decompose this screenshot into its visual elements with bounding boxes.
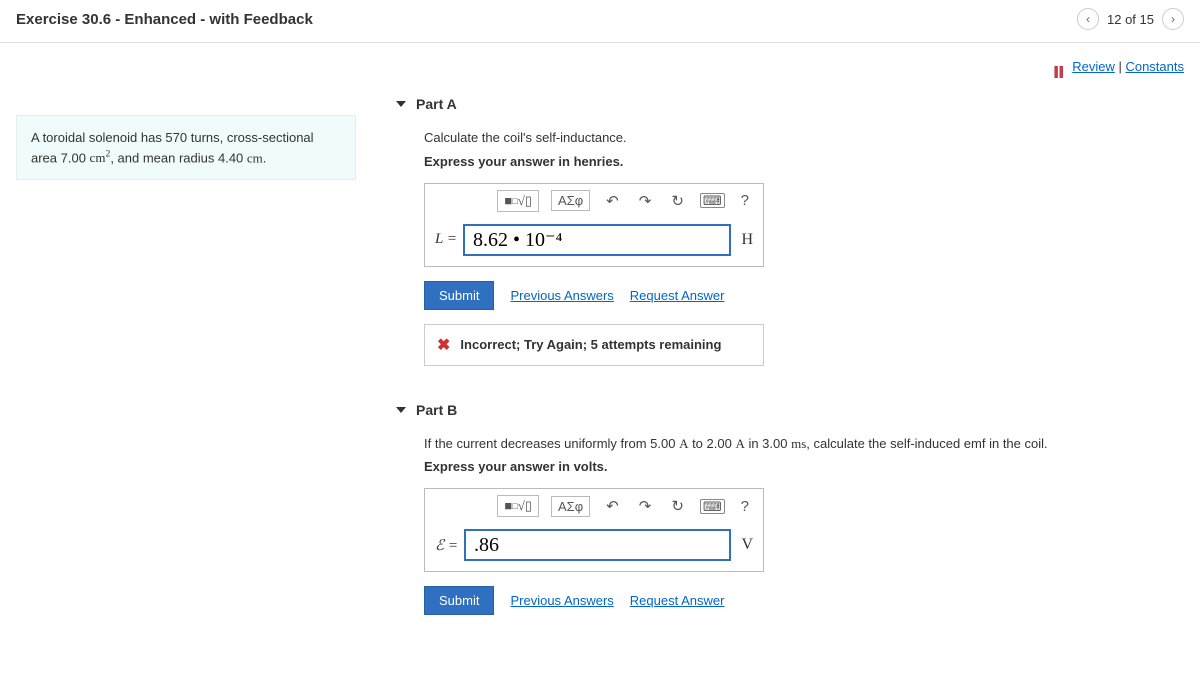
part-a-header[interactable]: Part A: [396, 90, 1184, 118]
part-a-toolbar: ■□√▯ ΑΣφ ↶ ↷ ↻ ⌨ ?: [425, 184, 763, 218]
utility-links: Review | Constants: [396, 55, 1184, 90]
caret-down-icon: [396, 407, 406, 413]
left-column: A toroidal solenoid has 570 turns, cross…: [16, 55, 356, 659]
part-b-unit: V: [737, 536, 753, 554]
next-page-button[interactable]: ›: [1162, 8, 1184, 30]
part-a-input-row: L = H: [425, 218, 763, 266]
part-b-input[interactable]: [464, 529, 731, 561]
part-b-instruction: Express your answer in volts.: [424, 459, 1184, 474]
review-link[interactable]: Review: [1072, 59, 1115, 74]
keyboard-button[interactable]: ⌨: [700, 499, 725, 514]
prev-page-button[interactable]: ‹: [1077, 8, 1099, 30]
flag-icon: [1053, 63, 1065, 73]
right-column: Review | Constants Part A Calculate the …: [396, 55, 1184, 659]
part-b-prompt: If the current decreases uniformly from …: [424, 434, 1184, 454]
constants-link[interactable]: Constants: [1125, 59, 1184, 74]
greek-button[interactable]: ΑΣφ: [551, 496, 590, 517]
part-b-lhs: ℰ =: [435, 536, 458, 555]
top-bar: Exercise 30.6 - Enhanced - with Feedback…: [0, 0, 1200, 43]
part-a-actions: Submit Previous Answers Request Answer: [424, 281, 1184, 310]
part-b-label: Part B: [416, 402, 457, 418]
pager: ‹ 12 of 15 ›: [1077, 8, 1184, 30]
main-content: A toroidal solenoid has 570 turns, cross…: [0, 43, 1200, 699]
keyboard-button[interactable]: ⌨: [700, 193, 725, 208]
redo-button[interactable]: ↷: [635, 495, 656, 517]
part-b-actions: Submit Previous Answers Request Answer: [424, 586, 1184, 615]
part-a-answer-box: ■□√▯ ΑΣφ ↶ ↷ ↻ ⌨ ? L = H: [424, 183, 764, 267]
part-a-body: Calculate the coil's self-inductance. Ex…: [396, 118, 1184, 396]
incorrect-icon: ✖: [437, 335, 450, 355]
feedback-text: Incorrect; Try Again; 5 attempts remaini…: [460, 337, 721, 352]
part-b-answer-box: ■□√▯ ΑΣφ ↶ ↷ ↻ ⌨ ? ℰ = V: [424, 488, 764, 572]
part-a-input[interactable]: [463, 224, 731, 256]
part-a-request-answer[interactable]: Request Answer: [630, 288, 725, 303]
part-a-label: Part A: [416, 96, 457, 112]
template-button[interactable]: ■□√▯: [497, 190, 539, 212]
part-a-prompt: Calculate the coil's self-inductance.: [424, 128, 1184, 148]
page-title: Exercise 30.6 - Enhanced - with Feedback: [16, 11, 313, 28]
part-b-request-answer[interactable]: Request Answer: [630, 593, 725, 608]
reset-button[interactable]: ↻: [667, 190, 688, 212]
part-a-lhs: L =: [435, 231, 457, 248]
problem-statement: A toroidal solenoid has 570 turns, cross…: [16, 115, 356, 180]
help-button[interactable]: ?: [737, 496, 753, 517]
part-b-input-row: ℰ = V: [425, 523, 763, 571]
part-a-previous-answers[interactable]: Previous Answers: [510, 288, 613, 303]
part-a-submit-button[interactable]: Submit: [424, 281, 494, 310]
part-b-previous-answers[interactable]: Previous Answers: [510, 593, 613, 608]
part-b-submit-button[interactable]: Submit: [424, 586, 494, 615]
part-b-body: If the current decreases uniformly from …: [396, 424, 1184, 660]
part-b-header[interactable]: Part B: [396, 396, 1184, 424]
template-button[interactable]: ■□√▯: [497, 495, 539, 517]
help-button[interactable]: ?: [737, 190, 753, 211]
undo-button[interactable]: ↶: [602, 190, 623, 212]
caret-down-icon: [396, 101, 406, 107]
part-a-instruction: Express your answer in henries.: [424, 154, 1184, 169]
part-a-unit: H: [737, 231, 753, 249]
part-b-toolbar: ■□√▯ ΑΣφ ↶ ↷ ↻ ⌨ ?: [425, 489, 763, 523]
reset-button[interactable]: ↻: [667, 495, 688, 517]
part-a-feedback: ✖ Incorrect; Try Again; 5 attempts remai…: [424, 324, 764, 366]
pager-text: 12 of 15: [1107, 12, 1154, 27]
undo-button[interactable]: ↶: [602, 495, 623, 517]
redo-button[interactable]: ↷: [635, 190, 656, 212]
greek-button[interactable]: ΑΣφ: [551, 190, 590, 211]
